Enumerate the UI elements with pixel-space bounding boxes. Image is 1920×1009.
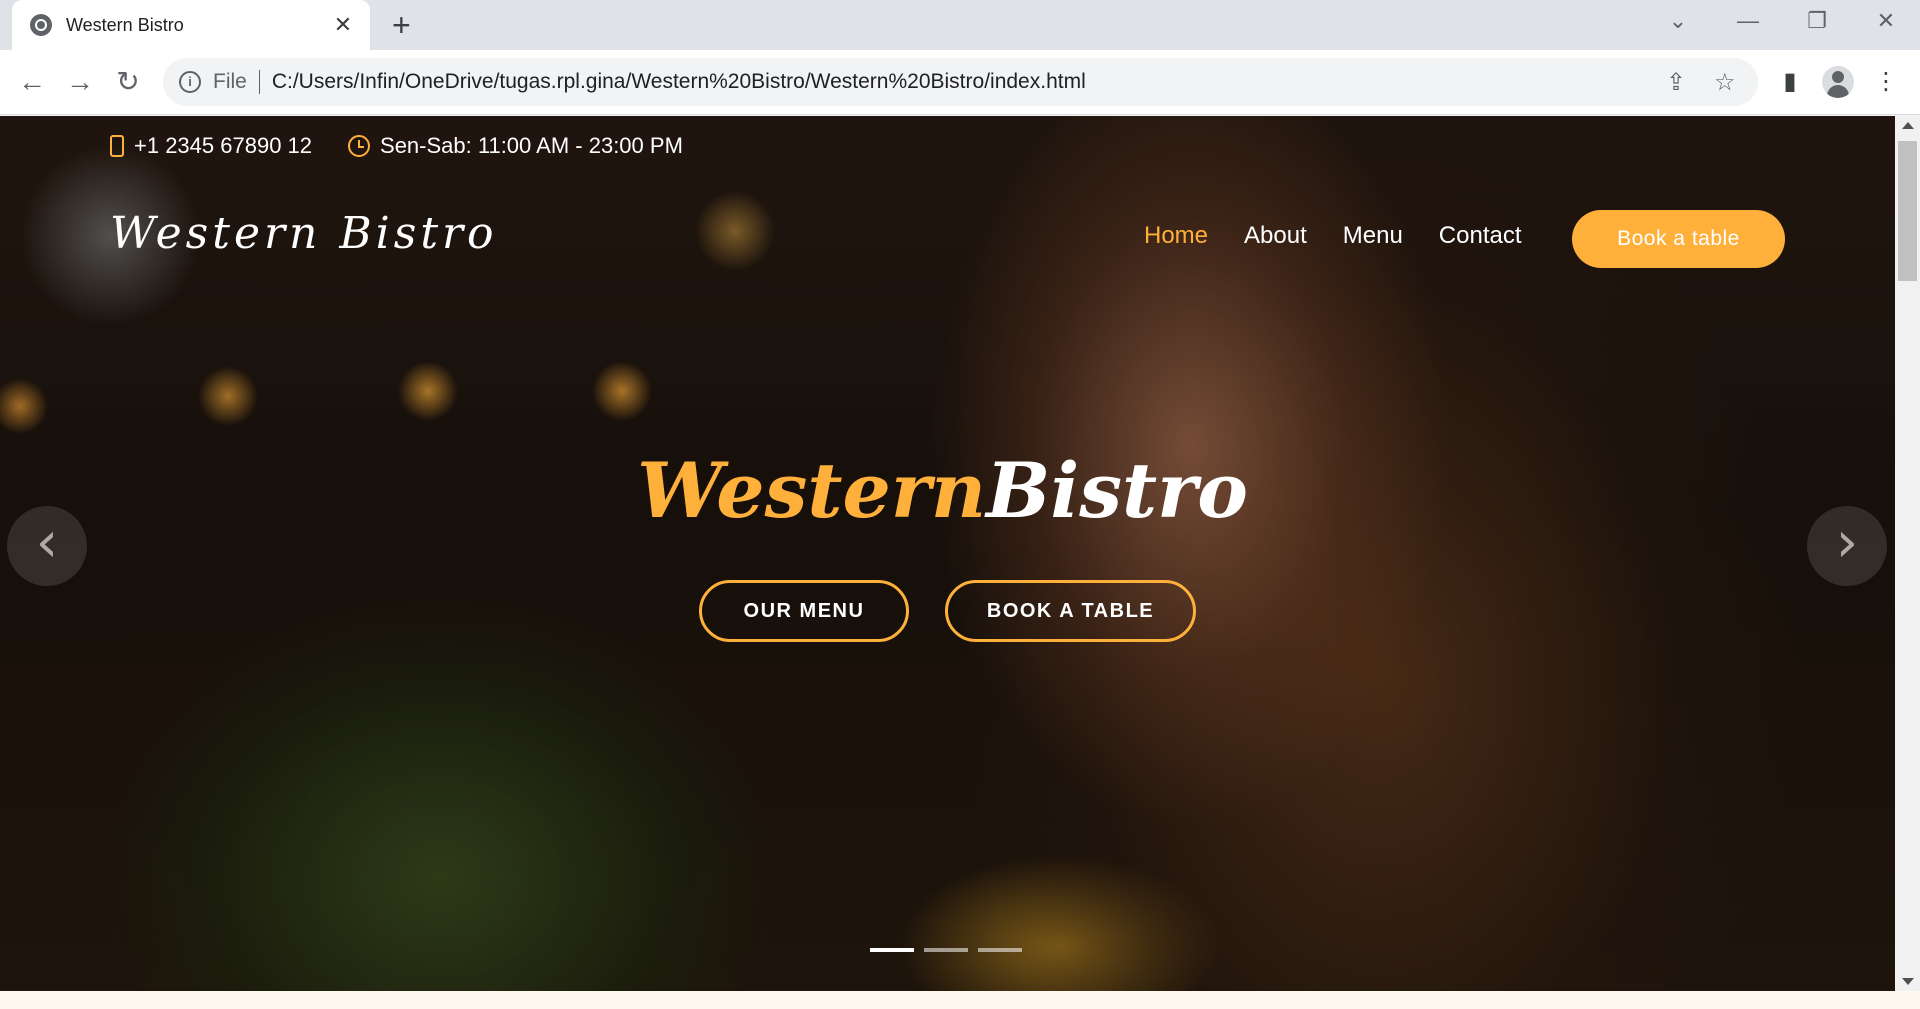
page-bottom-edge xyxy=(0,991,1920,1009)
reload-icon[interactable]: ↻ xyxy=(110,64,146,100)
address-scheme: File xyxy=(213,70,247,93)
nav-home[interactable]: Home xyxy=(1144,222,1208,250)
minimize-icon[interactable]: — xyxy=(1728,8,1768,34)
site-info-icon[interactable]: i xyxy=(179,71,201,93)
close-tab-icon[interactable]: ✕ xyxy=(330,12,356,38)
bookmark-star-icon[interactable]: ☆ xyxy=(1714,68,1736,97)
address-separator xyxy=(258,70,260,94)
carousel-indicator[interactable] xyxy=(978,948,1022,952)
browser-toolbar: ← → ↻ i File C:/Users/Infin/OneDrive/tug… xyxy=(0,50,1920,115)
globe-icon xyxy=(30,14,52,36)
profile-avatar[interactable] xyxy=(1822,66,1854,98)
address-bar[interactable]: i File C:/Users/Infin/OneDrive/tugas.rpl… xyxy=(163,58,1758,106)
page-scrollbar[interactable] xyxy=(1895,116,1920,991)
our-menu-button[interactable]: OUR MENU xyxy=(699,580,909,642)
new-tab-button[interactable]: + xyxy=(392,8,411,42)
scroll-up-arrow[interactable] xyxy=(1902,122,1914,129)
brand-bistro: Bistro xyxy=(986,446,1248,535)
browser-tab[interactable]: Western Bistro ✕ xyxy=(12,0,370,50)
address-url[interactable]: C:/Users/Infin/OneDrive/tugas.rpl.gina/W… xyxy=(272,70,1086,94)
page-viewport: +1 2345 67890 12 Sen-Sab: 11:00 AM - 23:… xyxy=(0,116,1895,991)
book-table-button[interactable]: Book a table xyxy=(1572,210,1785,268)
tab-search-icon[interactable]: ⌄ xyxy=(1658,8,1698,34)
opening-hours: Sen-Sab: 11:00 AM - 23:00 PM xyxy=(380,133,683,158)
carousel-indicator[interactable] xyxy=(870,948,914,952)
nav-about[interactable]: About xyxy=(1244,222,1307,250)
phone-icon xyxy=(110,135,124,157)
hero-book-table-button[interactable]: BOOK A TABLE xyxy=(945,580,1196,642)
carousel-indicators xyxy=(870,948,1032,952)
hero-brand-title: WesternBistro xyxy=(0,446,1890,535)
clock-icon xyxy=(348,135,371,157)
tab-title: Western Bistro xyxy=(66,14,184,35)
nav-menu[interactable]: Menu xyxy=(1343,222,1403,250)
browser-menu-icon[interactable]: ⋮ xyxy=(1868,64,1904,100)
share-icon[interactable]: ⇪ xyxy=(1666,68,1686,97)
main-nav: Home About Menu Contact xyxy=(1144,222,1558,250)
site-logo[interactable]: Western Bistro xyxy=(110,208,498,259)
forward-icon[interactable]: → xyxy=(62,64,98,100)
nav-contact[interactable]: Contact xyxy=(1439,222,1522,250)
site-header: Western Bistro Home About Menu Contact B… xyxy=(0,206,1895,270)
scrollbar-thumb[interactable] xyxy=(1898,141,1917,281)
phone-number: +1 2345 67890 12 xyxy=(134,133,313,158)
brand-western: Western xyxy=(637,446,987,535)
restore-icon[interactable]: ❐ xyxy=(1797,8,1837,34)
top-info-bar: +1 2345 67890 12 Sen-Sab: 11:00 AM - 23:… xyxy=(110,116,683,176)
window-close-icon[interactable]: ✕ xyxy=(1866,8,1906,34)
tab-strip: Western Bistro ✕ + ⌄ — ❐ ✕ xyxy=(0,0,1920,50)
scroll-down-arrow[interactable] xyxy=(1902,978,1914,985)
back-icon[interactable]: ← xyxy=(14,64,50,100)
carousel-indicator[interactable] xyxy=(924,948,968,952)
side-panel-icon[interactable]: ▮ xyxy=(1772,64,1808,100)
